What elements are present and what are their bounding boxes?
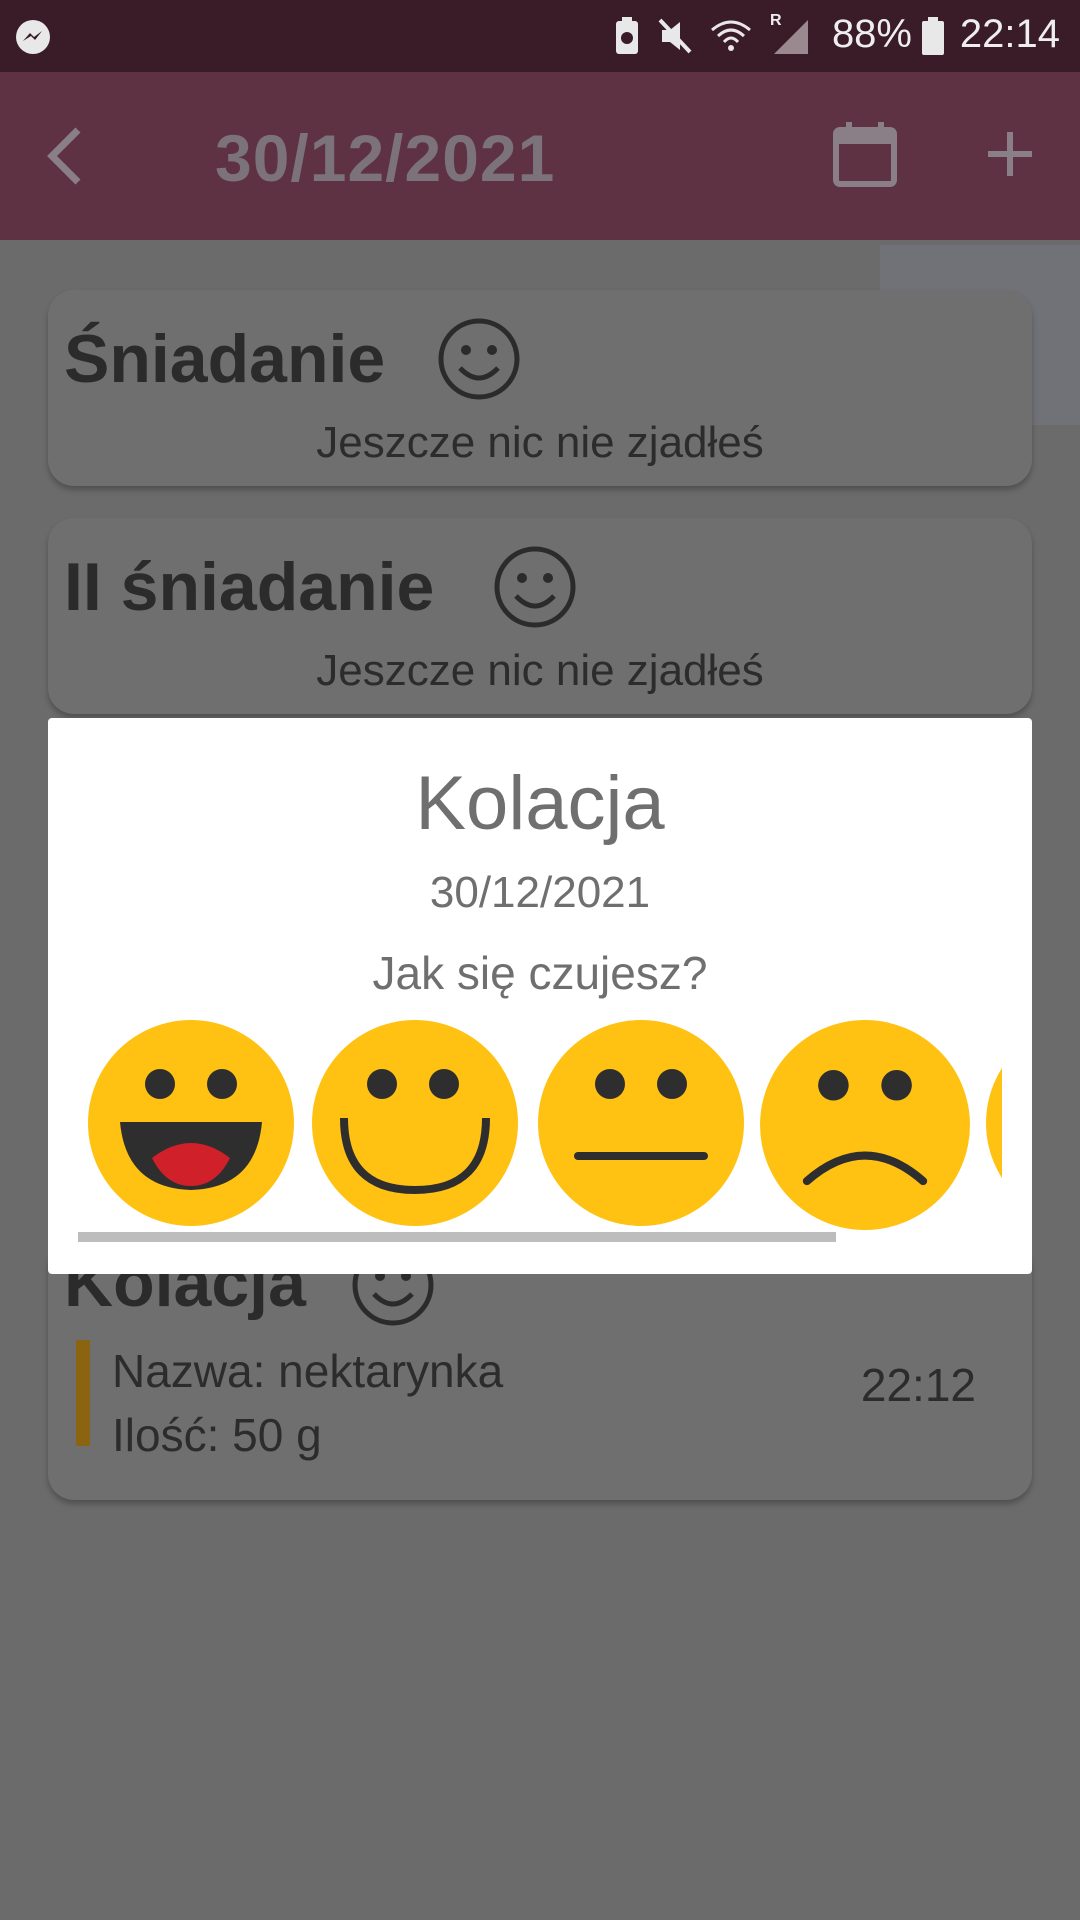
smiley-outline-icon (494, 546, 576, 628)
entry-time: 22:12 (860, 1359, 976, 1411)
chevron-left-icon[interactable] (40, 124, 96, 188)
dialog-question: Jak się czujesz? (372, 947, 708, 999)
messenger-icon (16, 20, 50, 54)
meal-card-second-breakfast[interactable]: II śniadanie Jeszcze nic nie zjadłeś (48, 518, 1032, 714)
meal-empty-text: Jeszcze nic nie zjadłeś (316, 418, 764, 467)
dialog-title: Kolacja (415, 761, 665, 846)
battery-percent: 88% (831, 12, 912, 56)
mood-selector[interactable] (78, 1018, 1002, 1232)
very-happy-emoji-icon[interactable] (86, 1018, 296, 1228)
horizontal-scrollbar[interactable] (78, 1232, 836, 1242)
sad-emoji-icon[interactable] (758, 1018, 972, 1232)
meal-title: Śniadanie (64, 321, 386, 397)
status-bar: R 88% 22:14 (0, 0, 1080, 72)
entry-quantity: Ilość: 50 g (112, 1409, 322, 1461)
dialog-date: 30/12/2021 (429, 868, 651, 917)
calendar-icon[interactable] (832, 122, 898, 188)
entry-name: Nazwa: nektarynka (112, 1345, 504, 1397)
happy-emoji-icon[interactable] (310, 1018, 520, 1228)
meal-title: II śniadanie (64, 549, 435, 625)
meal-empty-text: Jeszcze nic nie zjadłeś (316, 646, 764, 695)
smiley-outline-icon (438, 318, 520, 400)
mute-icon (658, 18, 692, 54)
battery-icon (922, 17, 944, 55)
clock: 22:14 (959, 12, 1060, 56)
plus-icon[interactable] (982, 126, 1038, 182)
mood-dialog: Kolacja 30/12/2021 Jak się czujesz? (48, 718, 1032, 1274)
app-bar: 30/12/2021 (0, 72, 1080, 240)
entry-color-bar (76, 1340, 90, 1446)
meal-card-breakfast[interactable]: Śniadanie Jeszcze nic nie zjadłeś (48, 290, 1032, 486)
neutral-emoji-icon[interactable] (536, 1018, 746, 1228)
battery-saver-icon (616, 17, 638, 54)
page-title: 30/12/2021 (215, 121, 556, 195)
meal-card-dinner[interactable]: Kolacja Nazwa: nektarynka Ilość: 50 g 22… (48, 1240, 1032, 1500)
wifi-icon (711, 20, 751, 51)
partial-emoji-icon[interactable] (984, 1018, 1002, 1228)
signal-icon: R (770, 12, 810, 56)
